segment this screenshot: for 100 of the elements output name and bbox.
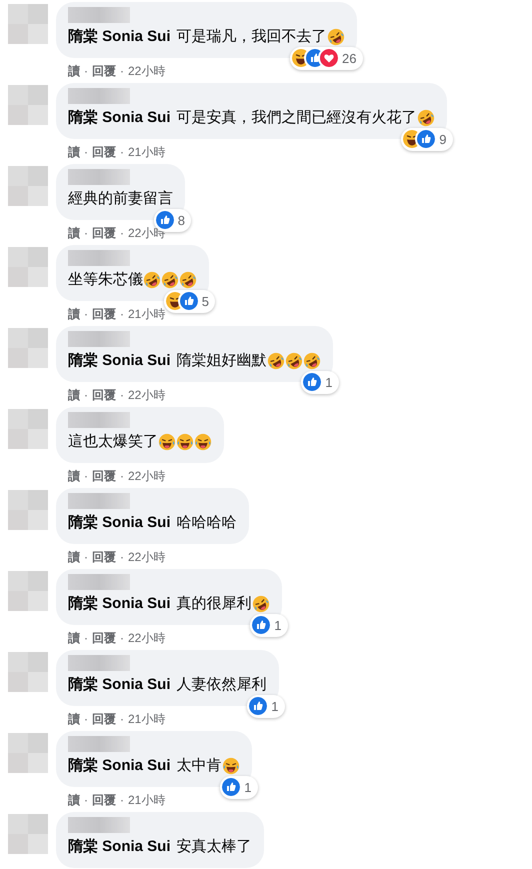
comment-text: 安真太棒了 [176,837,252,857]
like-reaction-icon [222,778,240,796]
like-reaction-icon [417,130,436,148]
reaction-count: 1 [325,374,333,392]
comment-time[interactable]: 22小時 [128,466,166,484]
comment-action-link[interactable]: 回覆 [92,548,116,566]
blurred-name [68,412,130,428]
mention-link[interactable]: 隋棠 Sonia Sui [68,756,171,776]
comment-action-link[interactable]: 回覆 [92,304,116,322]
reaction-count: 1 [274,616,282,634]
mention-link[interactable]: 隋棠 Sonia Sui [68,675,171,695]
rolling-laughing-face-icon [302,352,321,370]
comment-action-link[interactable]: 讀 [68,62,80,80]
comment-time[interactable]: 21小時 [128,142,166,160]
like-reaction-icon [249,697,268,716]
mention-link[interactable]: 隋棠 Sonia Sui [68,837,171,857]
reaction-count: 8 [178,212,185,230]
comment-text: 這也太爆笑了 [68,432,158,452]
comment-action-link[interactable]: 讀 [68,386,80,404]
separator-dot: · [120,62,124,80]
like-reaction-icon [156,211,174,230]
reaction-summary[interactable]: 1 [247,694,285,718]
blurred-name [68,736,130,752]
comment-time[interactable]: 22小時 [128,628,166,646]
separator-dot: · [84,548,88,566]
laughing-tears-face-icon [194,433,212,451]
comment-action-link[interactable]: 讀 [68,548,80,566]
blurred-name [68,331,130,347]
reaction-summary[interactable]: 26 [290,46,363,70]
comment-action-link[interactable]: 讀 [68,790,80,808]
blurred-name [68,169,130,185]
comment-action-link[interactable]: 讀 [68,466,80,484]
reaction-count: 26 [342,50,357,68]
blurred-name [68,250,130,266]
blurred-name [68,88,130,104]
blurred-name [68,574,130,590]
comment-action-link[interactable]: 回覆 [92,142,116,160]
blurred-avatar [8,733,48,773]
rolling-laughing-face-icon [143,271,161,289]
rolling-laughing-face-icon [326,28,345,46]
blurred-avatar [8,409,48,449]
separator-dot: · [84,144,88,160]
laughing-tears-face-icon [222,757,240,775]
reaction-summary[interactable]: 9 [401,128,453,151]
comment-time[interactable]: 22小時 [128,548,166,566]
comment-time[interactable]: 21小時 [128,790,166,808]
separator-dot: · [84,386,88,404]
blurred-name [68,817,130,833]
comment-time[interactable]: 21小時 [128,304,166,322]
comment-time[interactable]: 22小時 [128,386,166,404]
comment-action-link[interactable]: 讀 [68,304,80,322]
comment-text: 真的很犀利 [176,594,252,614]
blurred-name [68,655,130,671]
separator-dot: · [120,710,124,728]
comment-time[interactable]: 21小時 [128,710,166,728]
separator-dot: · [120,630,124,646]
mention-link[interactable]: 隋棠 Sonia Sui [68,513,171,533]
comment-text: 經典的前妻留言 [68,189,173,209]
comment-action-link[interactable]: 讀 [68,142,80,160]
blurred-avatar [8,814,48,854]
comment-action-link[interactable]: 回覆 [92,224,116,242]
comment-action-link[interactable]: 回覆 [92,628,116,646]
mention-link[interactable]: 隋棠 Sonia Sui [68,351,171,371]
separator-dot: · [120,386,124,404]
reaction-summary[interactable]: 1 [220,776,258,799]
separator-dot: · [120,792,124,808]
reaction-count: 5 [202,292,209,310]
reaction-count: 1 [244,778,252,796]
reaction-summary[interactable]: 5 [164,290,215,313]
blurred-avatar [8,4,48,44]
comment-action-link[interactable]: 讀 [68,628,80,646]
like-reaction-icon [180,292,198,310]
rolling-laughing-face-icon [266,352,285,370]
comment-action-link[interactable]: 讀 [68,224,80,242]
comment-action-link[interactable]: 讀 [68,710,80,728]
mention-link[interactable]: 隋棠 Sonia Sui [68,27,171,47]
comment-action-link[interactable]: 回覆 [92,62,116,80]
mention-link[interactable]: 隋棠 Sonia Sui [68,108,171,128]
comment-text: 哈哈哈哈 [176,513,237,533]
separator-dot: · [84,630,88,646]
blurred-avatar [8,85,48,125]
comment-action-link[interactable]: 回覆 [92,386,116,404]
separator-dot: · [84,224,88,242]
blurred-avatar [8,328,48,368]
mention-link[interactable]: 隋棠 Sonia Sui [68,594,171,614]
blurred-avatar [8,247,48,287]
comment-time[interactable]: 22小時 [128,62,166,80]
blurred-avatar [8,490,48,530]
heart-reaction-icon [320,49,338,68]
comment-action-link[interactable]: 回覆 [92,710,116,728]
comment-text: 坐等朱芯儀 [68,270,143,290]
reaction-summary[interactable]: 1 [250,614,288,637]
comment-action-link[interactable]: 回覆 [92,466,116,484]
separator-dot: · [120,548,124,566]
rolling-laughing-face-icon [416,109,435,127]
comment-text: 隋棠姐好幽默 [176,351,267,371]
reaction-summary[interactable]: 1 [301,370,339,394]
comment-action-link[interactable]: 回覆 [92,790,116,808]
rolling-laughing-face-icon [252,595,270,613]
like-reaction-icon [303,373,322,392]
